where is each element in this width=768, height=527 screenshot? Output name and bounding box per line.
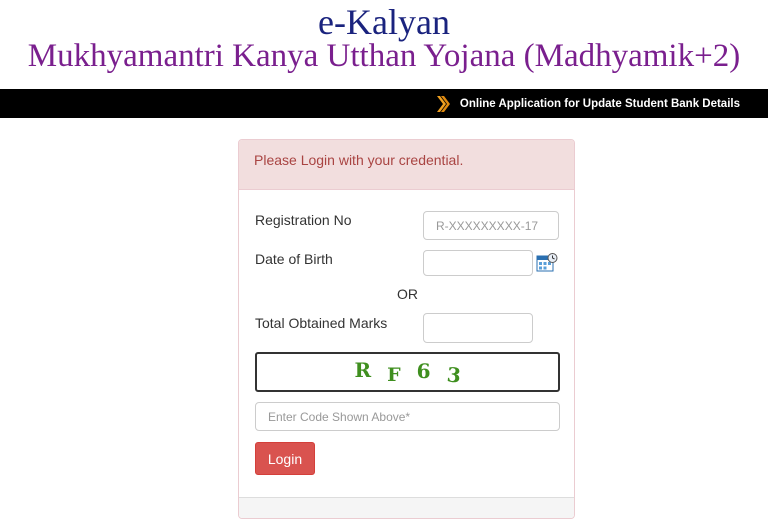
captcha-image: R F 6 3 [255,352,560,392]
double-chevron-right-icon [435,94,451,114]
update-bank-details-label: Online Application for Update Student Ba… [459,97,740,110]
or-separator: OR [397,286,418,302]
panel-footer [239,497,574,518]
calendar-icon[interactable] [536,252,558,274]
date-of-birth-label: Date of Birth [255,251,333,267]
date-of-birth-input[interactable] [423,250,533,276]
captcha-char: 3 [445,362,462,388]
login-button[interactable]: Login [255,442,315,475]
total-marks-label: Total Obtained Marks [255,315,388,331]
captcha-char: R [354,358,372,382]
site-title: e-Kalyan [318,2,450,42]
captcha-char: 6 [416,359,431,383]
top-nav-bar: Online Application for Update Student Ba… [0,89,768,118]
site-subtitle: Mukhyamantri Kanya Utthan Yojana (Madhya… [27,38,741,74]
registration-no-input[interactable] [423,211,559,240]
update-bank-details-link[interactable]: Online Application for Update Student Ba… [435,89,740,118]
registration-no-label: Registration No [255,212,352,228]
login-alert-heading: Please Login with your credential. [239,140,574,190]
captcha-char: F [387,364,401,386]
total-marks-input[interactable] [423,313,533,343]
captcha-code-input[interactable] [255,402,560,431]
login-panel: Please Login with your credential. Regis… [238,139,575,519]
